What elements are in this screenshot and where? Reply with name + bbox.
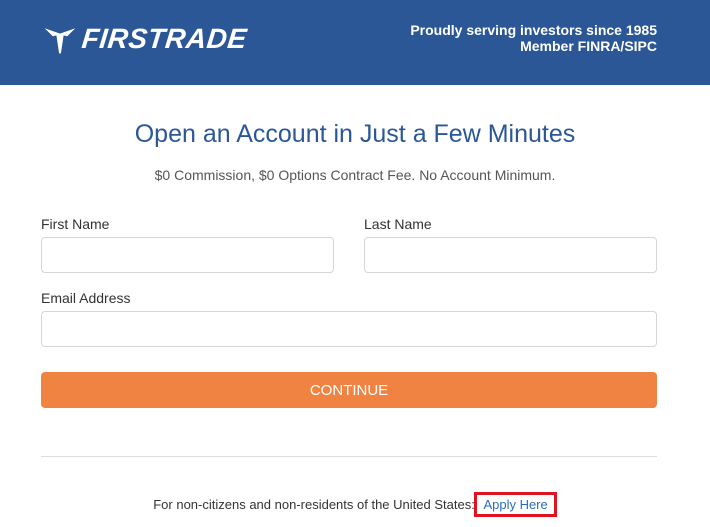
firstrade-arrow-icon (44, 28, 76, 54)
site-header: FIRSTRADE Proudly serving investors sinc… (0, 0, 710, 85)
section-divider (41, 456, 657, 457)
noncitizen-notice: For non-citizens and non-residents of th… (0, 492, 710, 517)
last-name-input[interactable] (364, 237, 657, 273)
noncitizen-text: For non-citizens and non-residents of th… (153, 497, 475, 512)
tagline-member: Member FINRA/SIPC (520, 38, 657, 54)
continue-button[interactable]: CONTINUE (41, 372, 657, 408)
firstrade-logo[interactable]: FIRSTRADE (42, 20, 249, 58)
first-name-label: First Name (41, 216, 110, 232)
email-input[interactable] (41, 311, 657, 347)
first-name-input[interactable] (41, 237, 334, 273)
brand-name: FIRSTRADE (80, 23, 249, 54)
last-name-label: Last Name (364, 216, 432, 232)
tagline-since: Proudly serving investors since 1985 (410, 22, 657, 38)
header-tagline: Proudly serving investors since 1985 Mem… (410, 22, 657, 54)
apply-here-link[interactable]: Apply Here (483, 497, 547, 512)
email-label: Email Address (41, 290, 131, 306)
apply-here-highlight: Apply Here (474, 492, 557, 517)
page-title: Open an Account in Just a Few Minutes (134, 120, 576, 148)
page-subtitle: $0 Commission, $0 Options Contract Fee. … (154, 167, 556, 183)
